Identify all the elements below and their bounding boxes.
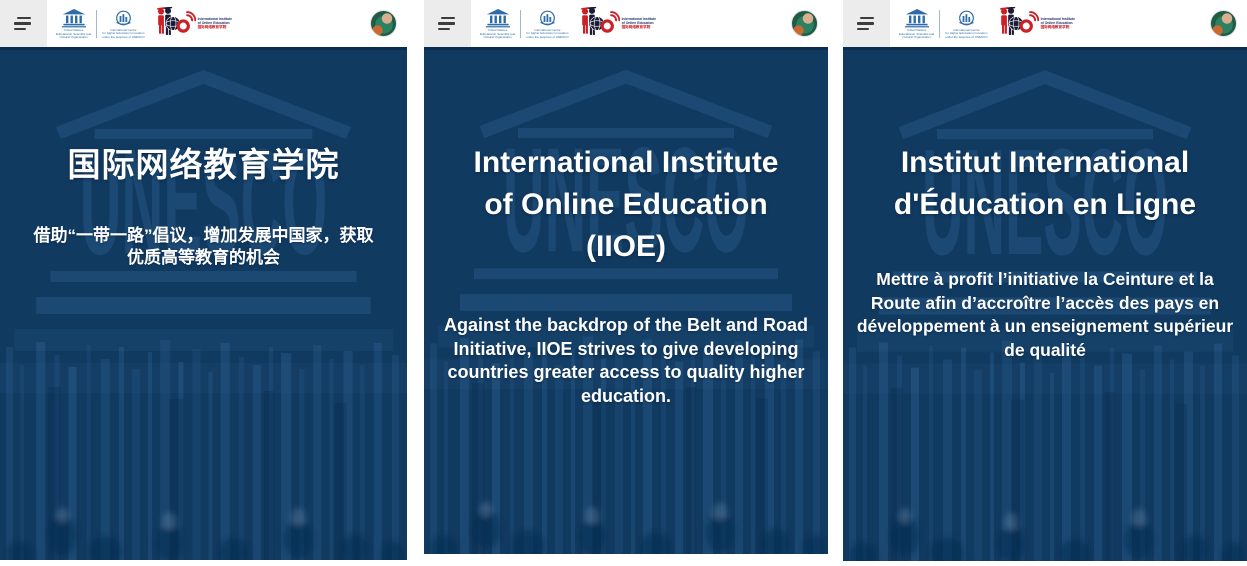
iioe-e-glyph: e xyxy=(180,23,184,30)
menu-button[interactable] xyxy=(424,0,471,47)
hero-subtitle-line: Against the backdrop of the Belt and Roa… xyxy=(424,314,828,338)
hero-section: UNESCO xyxy=(424,47,828,554)
unesco-logo-caption: United Nations Educational, Scientific a… xyxy=(56,29,91,40)
hero-subtitle-line: 优质高等教育的机会 xyxy=(0,247,407,269)
hero-subtitle-line: education. xyxy=(424,385,828,409)
app-header: United Nations Educational, Scientific a… xyxy=(424,0,828,47)
hero-content: Institut International d'Éducation en Li… xyxy=(843,47,1247,362)
iioe-logo-caption: International Institute of Online Educat… xyxy=(1041,17,1075,30)
ichei-logo-caption: International Centre for Higher Educatio… xyxy=(102,29,144,40)
three-screenshot-strip: United Nations Educational, Scientific a… xyxy=(0,0,1247,561)
hero-title-line: 国际网络教育学院 xyxy=(0,144,407,185)
ichei-globe-icon xyxy=(956,10,977,28)
hero-subtitle-line: Route afin d’accroître l’accès des pays … xyxy=(843,292,1247,316)
iioe-figures-icon: e xyxy=(578,7,620,40)
iioe-e-glyph: e xyxy=(604,23,608,30)
hero-title: 国际网络教育学院 xyxy=(0,144,407,185)
screenshot-panel-fr: United Nations Educational, Scientific a… xyxy=(843,0,1247,561)
ichei-logo[interactable]: International Centre for Higher Educatio… xyxy=(945,8,987,40)
hero-title-line: International Institute xyxy=(424,142,828,184)
ichei-logo[interactable]: International Centre for Higher Educatio… xyxy=(102,8,144,40)
hero-subtitle-line: 借助“一带一路”倡议，增加发展中国家，获取 xyxy=(0,225,407,247)
logo-divider xyxy=(520,10,521,38)
user-avatar[interactable] xyxy=(1210,10,1237,37)
iioe-figures-icon: e xyxy=(154,7,196,40)
logo-strip: United Nations Educational, Scientific a… xyxy=(890,0,1075,47)
user-avatar[interactable] xyxy=(370,10,397,37)
ichei-logo[interactable]: International Centre for Higher Educatio… xyxy=(526,8,568,40)
unesco-temple-icon xyxy=(62,9,86,28)
unesco-logo[interactable]: United Nations Educational, Scientific a… xyxy=(480,7,515,40)
logo-divider xyxy=(96,10,97,38)
iioe-logo-caption: International Institute of Online Educat… xyxy=(198,17,232,30)
iioe-logo[interactable]: e International Institute of Online Educ… xyxy=(154,7,232,40)
hero-subtitle-line: Mettre à profit l’initiative la Ceinture… xyxy=(843,268,1247,292)
ichei-globe-icon xyxy=(113,10,134,28)
unesco-logo[interactable]: United Nations Educational, Scientific a… xyxy=(899,7,934,40)
ichei-logo-caption: International Centre for Higher Educatio… xyxy=(526,29,568,40)
logo-strip: United Nations Educational, Scientific a… xyxy=(47,0,232,47)
user-avatar[interactable] xyxy=(791,10,818,37)
hero-content: 国际网络教育学院 借助“一带一路”倡议，增加发展中国家，获取 优质高等教育的机会 xyxy=(0,47,407,269)
app-header: United Nations Educational, Scientific a… xyxy=(843,0,1247,47)
hero-title-line: of Online Education xyxy=(424,184,828,226)
screenshot-panel-zh: United Nations Educational, Scientific a… xyxy=(0,0,407,560)
hero-title-line: (IIOE) xyxy=(424,226,828,268)
hero-section: UNESCO xyxy=(843,47,1247,561)
iioe-logo[interactable]: e International Institute of Online Educ… xyxy=(578,7,656,40)
hero-section: UNESCO xyxy=(0,47,407,560)
menu-button[interactable] xyxy=(0,0,47,47)
hero-subtitle: 借助“一带一路”倡议，增加发展中国家，获取 优质高等教育的机会 xyxy=(0,225,407,269)
hero-subtitle-line: Initiative, IIOE strives to give develop… xyxy=(424,338,828,362)
hero-title-line: Institut International xyxy=(843,142,1247,184)
menu-button[interactable] xyxy=(843,0,890,47)
hero-subtitle-line: développement à un enseignement supérieu… xyxy=(843,315,1247,339)
unesco-temple-icon xyxy=(905,9,929,28)
hero-title-line: d'Éducation en Ligne xyxy=(843,184,1247,226)
iioe-e-glyph: e xyxy=(1023,23,1027,30)
screenshot-panel-en: United Nations Educational, Scientific a… xyxy=(424,0,828,554)
hero-title: Institut International d'Éducation en Li… xyxy=(843,142,1247,226)
ichei-logo-caption: International Centre for Higher Educatio… xyxy=(945,29,987,40)
hero-subtitle: Against the backdrop of the Belt and Roa… xyxy=(424,314,828,408)
hero-subtitle-line: de qualité xyxy=(843,339,1247,363)
hero-subtitle: Mettre à profit l’initiative la Ceinture… xyxy=(843,268,1247,362)
logo-divider xyxy=(939,10,940,38)
app-header: United Nations Educational, Scientific a… xyxy=(0,0,407,47)
iioe-logo[interactable]: e International Institute of Online Educ… xyxy=(997,7,1075,40)
unesco-logo-caption: United Nations Educational, Scientific a… xyxy=(480,29,515,40)
unesco-logo-caption: United Nations Educational, Scientific a… xyxy=(899,29,934,40)
hero-content: International Institute of Online Educat… xyxy=(424,47,828,408)
unesco-logo[interactable]: United Nations Educational, Scientific a… xyxy=(56,7,91,40)
ichei-globe-icon xyxy=(537,10,558,28)
iioe-logo-caption: International Institute of Online Educat… xyxy=(622,17,656,30)
unesco-temple-icon xyxy=(486,9,510,28)
hero-subtitle-line: countries greater access to quality high… xyxy=(424,361,828,385)
hero-title: International Institute of Online Educat… xyxy=(424,142,828,268)
iioe-figures-icon: e xyxy=(997,7,1039,40)
logo-strip: United Nations Educational, Scientific a… xyxy=(471,0,656,47)
